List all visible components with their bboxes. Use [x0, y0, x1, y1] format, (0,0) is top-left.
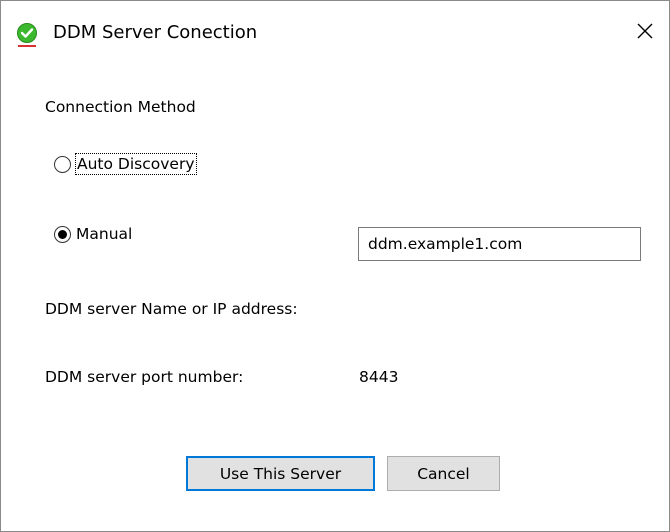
use-this-server-button[interactable]: Use This Server: [186, 456, 375, 491]
window-title: DDM Server Conection: [53, 22, 258, 43]
dialog-content: Connection Method Auto Discovery Manual …: [1, 65, 669, 531]
radio-selected-dot: [58, 229, 67, 239]
radio-manual-label[interactable]: Manual: [76, 224, 132, 244]
port-value: 8443: [359, 368, 399, 386]
green-checkmark-shield-icon: [15, 22, 39, 48]
radio-auto-discovery[interactable]: Auto Discovery: [54, 153, 197, 175]
radio-button-unselected[interactable]: [54, 155, 71, 173]
port-label: DDM server port number:: [45, 368, 244, 386]
close-icon: [636, 22, 654, 44]
radio-auto-discovery-label[interactable]: Auto Discovery: [75, 153, 197, 175]
close-button[interactable]: [621, 1, 669, 65]
dialog-window: DDM Server Conection Connection Method A…: [0, 0, 670, 532]
radio-button-selected[interactable]: [54, 225, 71, 243]
connection-method-label: Connection Method: [45, 98, 196, 116]
cancel-button[interactable]: Cancel: [387, 456, 500, 491]
radio-manual[interactable]: Manual: [54, 224, 132, 244]
server-name-label: DDM server Name or IP address:: [45, 300, 298, 318]
title-bar: DDM Server Conection: [1, 1, 669, 65]
server-name-input[interactable]: [358, 227, 641, 261]
